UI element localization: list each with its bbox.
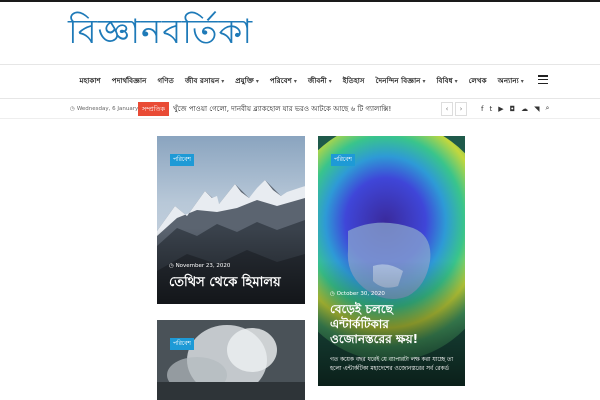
facebook-icon[interactable]: f	[481, 105, 483, 113]
clock-icon: ◷	[70, 105, 75, 112]
nav-item[interactable]: পরিবেশ ▾	[264, 76, 302, 88]
nav-item[interactable]: বিবিধ ▾	[431, 76, 463, 88]
nav-item[interactable]: জীবনী ▾	[302, 76, 337, 88]
news-ticker: ◷ Wednesday, 6 January 2021 সম্প্রতিক খুঁ…	[0, 99, 600, 119]
article-date: ◷ November 23, 2020	[169, 263, 231, 269]
nav-item[interactable]: গণিত	[152, 76, 180, 88]
category-badge[interactable]: পরিবেশ	[170, 154, 194, 166]
chevron-down-icon: ▾	[221, 78, 225, 85]
ticker-controls: ‹ ›	[441, 102, 467, 116]
chevron-down-icon: ▾	[520, 78, 524, 85]
nav-item[interactable]: পদার্থবিজ্ঞান	[106, 76, 152, 88]
article-card-himalaya[interactable]: পরিবেশ ◷ November 23, 2020 তেথিস থেকে হি…	[157, 136, 305, 304]
social-links: f t ▶ ◘ ☁ ◥ ⌕	[481, 104, 549, 113]
nav-item[interactable]: প্রযুক্তি ▾	[230, 76, 265, 88]
nav-item[interactable]: ইতিহাস	[337, 76, 370, 88]
article-title[interactable]: তেথিস থেকে হিমালয়	[169, 273, 281, 294]
rss-icon[interactable]: ◥	[534, 105, 539, 113]
chevron-down-icon: ▾	[255, 78, 259, 85]
chevron-down-icon: ▾	[328, 78, 332, 85]
twitter-icon[interactable]: t	[489, 105, 492, 113]
instagram-icon[interactable]: ◘	[510, 105, 516, 113]
hamburger-menu-icon[interactable]	[538, 75, 548, 85]
breaking-news-label: সম্প্রতিক	[138, 102, 169, 116]
article-card-waves[interactable]: পরিবেশ	[157, 320, 305, 400]
site-header: বিজ্ঞানবর্তিকা	[0, 2, 600, 65]
site-logo[interactable]: বিজ্ঞানবর্তিকা	[68, 12, 253, 56]
nav-item[interactable]: লেখক	[463, 76, 492, 88]
waves-image	[157, 320, 305, 400]
nav-item[interactable]: মহাকাশ	[74, 76, 106, 88]
search-icon[interactable]: ⌕	[546, 104, 550, 113]
main-navigation: মহাকাশ পদার্থবিজ্ঞান গণিত জীব রসায়ন ▾ প্রযুক…	[0, 65, 600, 99]
youtube-icon[interactable]: ▶	[498, 105, 503, 113]
nav-item[interactable]: অন্যান্য ▾	[492, 76, 529, 88]
ticker-prev-button[interactable]: ‹	[441, 102, 453, 116]
article-title[interactable]: বেড়েই চলছে এন্টার্কটিকার ওজোনস্তরের ক্ষ…	[330, 302, 418, 347]
nav-item[interactable]: দৈনন্দিন বিজ্ঞান ▾	[370, 76, 431, 88]
nav-item[interactable]: জীব রসায়ন ▾	[179, 76, 229, 88]
nav-items: মহাকাশ পদার্থবিজ্ঞান গণিত জীব রসায়ন ▾ প্রযুক…	[74, 76, 529, 88]
chevron-down-icon: ▾	[422, 78, 426, 85]
soundcloud-icon[interactable]: ☁	[521, 105, 528, 113]
ticker-next-button[interactable]: ›	[455, 102, 467, 116]
article-excerpt: গত কয়েক বছর ধরেই যে ব্যাপারটা লক্ষ করা …	[330, 357, 454, 372]
chevron-down-icon: ▾	[293, 78, 297, 85]
chevron-down-icon: ▾	[454, 78, 458, 85]
ticker-headline[interactable]: খুঁজে পাওয়া গেলো, দানবীয় ব্ল্যাকহোল যা…	[173, 103, 391, 115]
ozone-map-image	[318, 136, 465, 386]
category-badge[interactable]: পরিবেশ	[170, 338, 194, 350]
article-card-ozone[interactable]: পরিবেশ ◷ October 30, 2020 বেড়েই চলছে এন…	[318, 136, 465, 386]
category-badge[interactable]: পরিবেশ	[331, 154, 355, 166]
article-date: ◷ October 30, 2020	[330, 291, 385, 297]
